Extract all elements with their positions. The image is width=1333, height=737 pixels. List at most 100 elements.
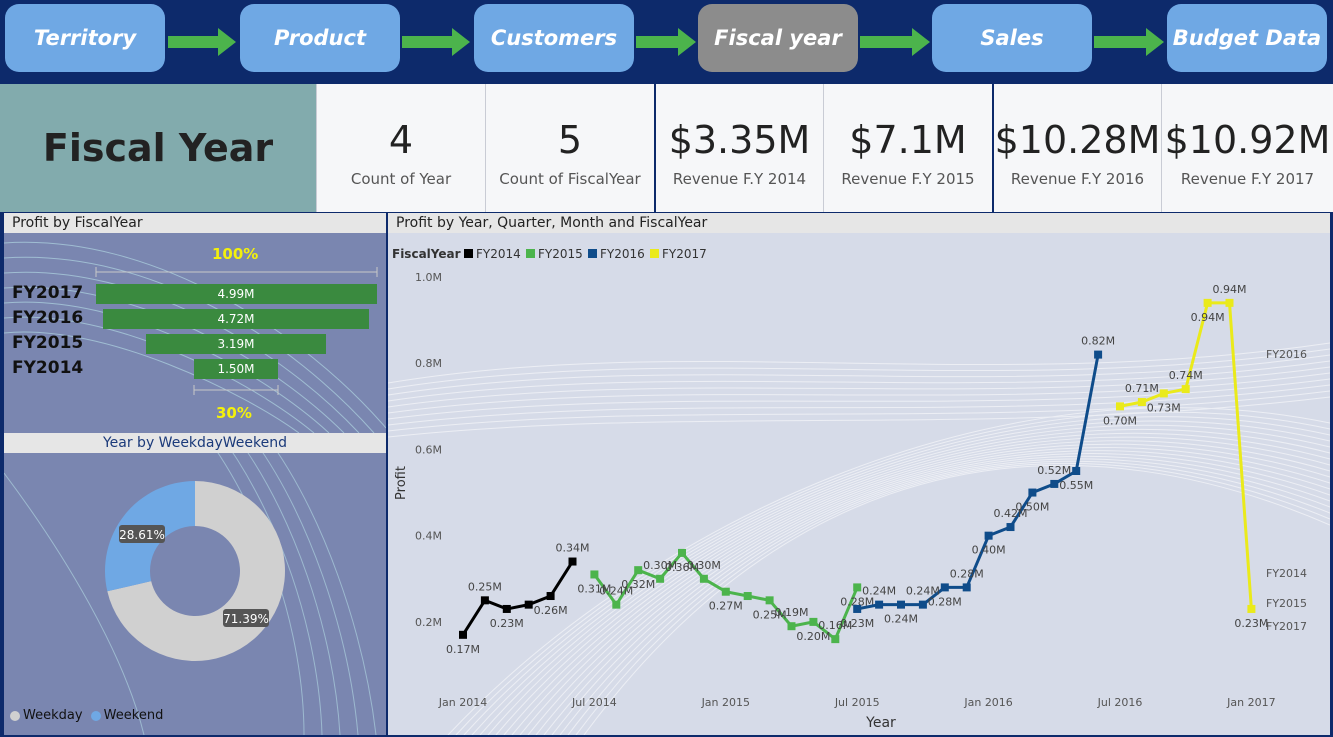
data-point[interactable] (524, 600, 533, 609)
svg-text:FY2016: FY2016 (600, 247, 645, 261)
data-point[interactable] (1137, 398, 1146, 407)
data-label: 0.28M (928, 595, 962, 608)
data-point[interactable] (1116, 402, 1124, 411)
kpi-label: Revenue F.Y 2015 (841, 170, 975, 188)
data-point[interactable] (875, 600, 884, 609)
svg-text:28.61%: 28.61% (119, 528, 165, 542)
arrow-right-icon (402, 28, 470, 56)
data-label: 0.23M (840, 617, 874, 630)
data-point[interactable] (853, 583, 862, 592)
data-point[interactable] (765, 596, 774, 605)
series-end-label: FY2016 (1266, 348, 1307, 361)
data-point[interactable] (897, 600, 905, 609)
legend-item-fy2014[interactable]: FY2014 (464, 247, 521, 261)
nav-territory-button[interactable]: Territory (5, 4, 165, 72)
data-point[interactable] (787, 622, 796, 631)
x-tick-label: Jul 2014 (571, 696, 617, 709)
legend-item-fy2015[interactable]: FY2015 (526, 247, 583, 261)
x-tick-label: Jan 2017 (1226, 696, 1275, 709)
data-point[interactable] (721, 587, 730, 596)
x-tick-label: Jul 2016 (1097, 696, 1143, 709)
data-point[interactable] (984, 531, 993, 540)
arrow-right-icon (168, 28, 236, 56)
legend-item-weekend[interactable]: Weekend (90, 708, 163, 723)
kpi-card-revenue-2014: $3.35M Revenue F.Y 2014 (654, 84, 823, 212)
data-point[interactable] (809, 617, 818, 626)
data-point[interactable] (1181, 385, 1190, 394)
data-point[interactable] (962, 583, 971, 592)
data-point[interactable] (459, 630, 467, 639)
data-label: 0.28M (950, 567, 984, 580)
data-point[interactable] (546, 592, 555, 601)
data-point[interactable] (1225, 298, 1234, 307)
legend-item-weekday[interactable]: Weekday (10, 708, 83, 723)
data-point[interactable] (743, 592, 752, 601)
kpi-value: $3.35M (668, 118, 811, 162)
data-point[interactable] (480, 596, 489, 605)
legend-item-fy2017[interactable]: FY2017 (650, 247, 707, 261)
data-point[interactable] (678, 548, 686, 557)
nav-budget-data-button[interactable]: Budget Data (1167, 4, 1327, 72)
y-tick-label: 0.6M (415, 443, 442, 456)
data-point[interactable] (1072, 467, 1081, 475)
x-tick-label: Jul 2015 (834, 696, 880, 709)
data-point[interactable] (1006, 523, 1015, 532)
series-end-label: FY2014 (1266, 567, 1307, 580)
data-point[interactable] (1050, 479, 1059, 488)
funnel-bar[interactable]: 3.19M (146, 334, 326, 354)
svg-text:FY2015: FY2015 (538, 247, 583, 261)
nav-product-button[interactable]: Product (240, 4, 400, 72)
data-label: 0.74M (1169, 369, 1203, 382)
data-point[interactable] (590, 570, 599, 579)
data-point[interactable] (1028, 488, 1037, 497)
data-point[interactable] (1159, 389, 1168, 398)
data-point[interactable] (568, 557, 577, 566)
data-point[interactable] (1094, 350, 1103, 359)
data-point[interactable] (940, 583, 949, 592)
data-label: 0.24M (884, 613, 918, 626)
profit-line-chart: FiscalYear FY2014 FY2015 FY2016 FY2017 1.0M 0.… (388, 247, 1330, 735)
data-point[interactable] (831, 635, 840, 644)
data-point[interactable] (656, 574, 665, 583)
legend-item-fy2016[interactable]: FY2016 (588, 247, 645, 261)
funnel-top-axis (95, 267, 378, 277)
funnel-category-label: FY2015 (12, 333, 84, 353)
funnel-bar[interactable]: 4.72M (103, 309, 369, 329)
nav-fiscal-year-button[interactable]: Fiscal year (698, 4, 858, 72)
funnel-bar[interactable]: 1.50M (193, 359, 279, 379)
legend-title: FiscalYear (392, 247, 461, 261)
data-label: 0.40M (972, 544, 1006, 557)
data-label: 0.26M (534, 604, 568, 617)
data-label: 0.94M (1213, 283, 1247, 296)
y-axis-title: Profit (394, 466, 409, 500)
kpi-card-revenue-2015: $7.1M Revenue F.Y 2015 (823, 84, 992, 212)
data-point[interactable] (612, 600, 621, 609)
data-label: 0.82M (1081, 335, 1115, 348)
data-label: 0.55M (1059, 479, 1093, 492)
kpi-card-revenue-2017: $10.92M Revenue F.Y 2017 (1161, 84, 1333, 212)
data-label: 0.94M (1191, 311, 1225, 324)
data-label: 0.19M (775, 606, 809, 619)
data-label: 0.23M (490, 617, 524, 630)
data-point[interactable] (699, 574, 708, 583)
data-point[interactable] (1203, 298, 1212, 307)
funnel-top-percent: 100% (212, 245, 259, 263)
data-point[interactable] (853, 604, 862, 613)
series-end-label: FY2017 (1266, 620, 1307, 633)
x-tick-label: Jan 2016 (963, 696, 1012, 709)
nav-sales-button[interactable]: Sales (932, 4, 1092, 72)
data-point[interactable] (502, 604, 511, 613)
data-label: 0.71M (1125, 382, 1159, 395)
data-point[interactable] (634, 566, 643, 575)
data-label: 0.52M (1037, 464, 1071, 477)
panel-title: Year by WeekdayWeekend (4, 433, 386, 453)
nav-customers-button[interactable]: Customers (474, 4, 634, 72)
kpi-card-count-fiscalyear: 5 Count of FiscalYear (485, 84, 654, 212)
series-end-labels: FY2016 FY2014 FY2015 FY2017 (1266, 348, 1307, 633)
kpi-value: 5 (557, 118, 583, 162)
data-point[interactable] (1247, 604, 1256, 613)
kpi-value: 4 (388, 118, 414, 162)
data-point[interactable] (918, 600, 927, 609)
y-tick-label: 1.0M (415, 271, 442, 284)
funnel-bar[interactable]: 4.99M (95, 284, 377, 304)
